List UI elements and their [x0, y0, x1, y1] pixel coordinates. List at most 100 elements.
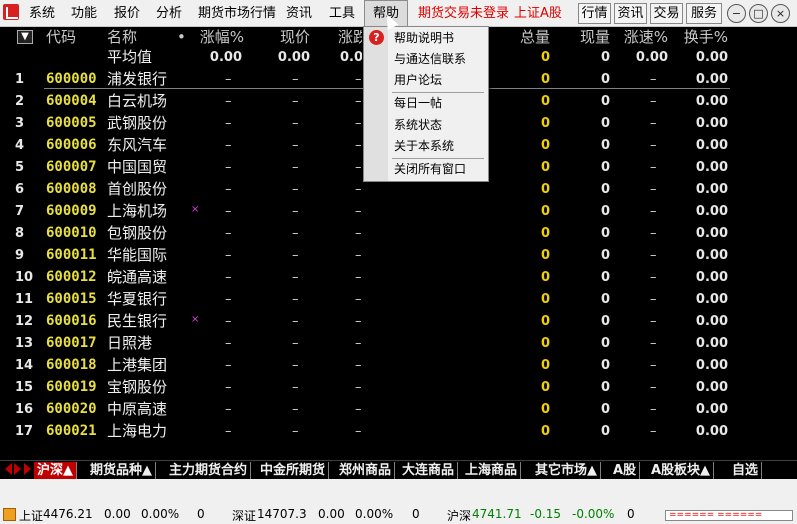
row-total-volume: 0 — [540, 94, 550, 109]
tab-8[interactable]: A股 — [610, 462, 641, 479]
row-code[interactable]: 600004 — [46, 91, 97, 112]
row-code[interactable]: 600011 — [46, 245, 97, 266]
tab-scroll-right-icon[interactable] — [14, 463, 21, 475]
row-change-pct: – — [225, 94, 232, 109]
tab-9[interactable]: A股板块▲ — [648, 462, 715, 479]
row-name[interactable]: 皖通高速 — [107, 267, 167, 288]
row-code[interactable]: 600006 — [46, 135, 97, 156]
row-total-volume: 0 — [540, 424, 550, 439]
menu-item-close-all-windows[interactable]: 关闭所有窗口 — [394, 159, 466, 179]
menu-item-system-status[interactable]: 系统状态 — [394, 115, 442, 135]
row-name[interactable]: 包钢股份 — [107, 223, 167, 244]
tab-3[interactable]: 中金所期货 — [257, 462, 330, 479]
menu-item-daily-tip[interactable]: 每日一帖 — [394, 93, 442, 113]
row-code[interactable]: 600018 — [46, 355, 97, 376]
row-code[interactable]: 600008 — [46, 179, 97, 200]
tab-5[interactable]: 大连商品 — [399, 462, 459, 479]
header-speed[interactable]: 涨速% — [616, 27, 668, 48]
tab-scroll-left-icon[interactable] — [5, 463, 12, 475]
row-name[interactable]: 中原高速 — [107, 399, 167, 420]
row-code[interactable]: 600007 — [46, 157, 97, 178]
tab-scroll-end-icon[interactable] — [24, 463, 31, 475]
futures-login-status[interactable]: 期货交易未登录 — [418, 0, 509, 27]
row-current-volume: 0 — [600, 116, 610, 131]
row-current-volume: 0 — [600, 402, 610, 417]
row-number: 2 — [15, 94, 25, 109]
minimize-button[interactable]: − — [727, 4, 746, 23]
row-name[interactable]: 上港集团 — [107, 355, 167, 376]
row-speed: – — [650, 336, 657, 351]
tab-6[interactable]: 上海商品 — [462, 462, 522, 479]
row-name[interactable]: 白云机场 — [107, 91, 167, 112]
menu-3[interactable]: 分析 — [156, 0, 182, 27]
header-change[interactable]: 涨跌 — [338, 27, 362, 48]
row-code[interactable]: 600015 — [46, 289, 97, 310]
row-name[interactable]: 中国国贸 — [107, 157, 167, 178]
row-number: 5 — [15, 160, 25, 175]
menu-5[interactable]: 资讯 — [286, 0, 312, 27]
row-name[interactable]: 浦发银行 — [107, 69, 167, 90]
row-code[interactable]: 600010 — [46, 223, 97, 244]
row-speed: – — [650, 248, 657, 263]
row-turnover: 0.00 — [695, 314, 728, 329]
sz-value: 14707.3 — [257, 507, 307, 521]
tab-7[interactable]: 其它市场▲ — [532, 462, 601, 479]
quotes-button[interactable]: 行情 — [578, 3, 611, 24]
menu-item-forum[interactable]: 用户论坛 — [394, 70, 442, 90]
menu-6[interactable]: 工具 — [329, 0, 355, 27]
news-button[interactable]: 资讯 — [614, 3, 647, 24]
menu-1[interactable]: 功能 — [71, 0, 97, 27]
maximize-button[interactable]: □ — [749, 4, 768, 23]
app-logo-icon[interactable] — [3, 4, 19, 20]
sz-change: 0.00 — [318, 507, 345, 521]
header-code[interactable]: 代码 — [46, 27, 76, 48]
row-name[interactable]: 日照港 — [107, 333, 152, 354]
index-selector[interactable]: 上证A股 — [514, 0, 562, 27]
row-price: – — [292, 94, 299, 109]
header-total-volume[interactable]: 总量 — [500, 27, 550, 48]
menu-item-about[interactable]: 关于本系统 — [394, 136, 454, 156]
menu-0[interactable]: 系统 — [29, 0, 55, 27]
row-name[interactable]: 武钢股份 — [107, 113, 167, 134]
row-name[interactable]: 上海机场 — [107, 201, 167, 222]
trade-button[interactable]: 交易 — [650, 3, 683, 24]
menu-item-help-manual[interactable]: 帮助说明书 — [394, 28, 454, 48]
menu-4[interactable]: 期货市场行情 — [198, 0, 276, 27]
row-code[interactable]: 600005 — [46, 113, 97, 134]
header-current-volume[interactable]: 现量 — [560, 27, 610, 48]
menu-item-contact[interactable]: 与通达信联系 — [394, 49, 466, 69]
row-code[interactable]: 600017 — [46, 333, 97, 354]
header-price[interactable]: 现价 — [258, 27, 310, 48]
header-turnover[interactable]: 换手% — [676, 27, 728, 48]
menu-2[interactable]: 报价 — [114, 0, 140, 27]
row-code[interactable]: 600016 — [46, 311, 97, 332]
row-name[interactable]: 宝钢股份 — [107, 377, 167, 398]
row-code[interactable]: 600012 — [46, 267, 97, 288]
header-name[interactable]: 名称 — [107, 27, 137, 48]
row-turnover: 0.00 — [695, 94, 728, 109]
row-code[interactable]: 600019 — [46, 377, 97, 398]
row-code[interactable]: 600000 — [46, 69, 97, 90]
header-change-pct[interactable]: 涨幅% — [190, 27, 244, 48]
row-name[interactable]: 华夏银行 — [107, 289, 167, 310]
row-name[interactable]: 上海电力 — [107, 421, 167, 442]
close-button[interactable]: × — [771, 4, 790, 23]
row-code[interactable]: 600020 — [46, 399, 97, 420]
row-number: 1 — [15, 72, 25, 87]
service-button[interactable]: 服务 — [686, 3, 722, 24]
row-turnover: 0.00 — [695, 292, 728, 307]
row-name[interactable]: 首创股份 — [107, 179, 167, 200]
tab-0[interactable]: 沪深▲ — [34, 462, 77, 479]
row-code[interactable]: 600021 — [46, 421, 97, 442]
row-price: – — [292, 380, 299, 395]
row-name[interactable]: 东风汽车 — [107, 135, 167, 156]
row-name[interactable]: 民生银行 — [107, 311, 167, 332]
row-name[interactable]: 华能国际 — [107, 245, 167, 266]
tab-10[interactable]: 自选 — [729, 462, 763, 479]
tab-2[interactable]: 主力期货合约 — [166, 462, 252, 479]
tab-4[interactable]: 郑州商品 — [336, 462, 396, 479]
tab-1[interactable]: 期货品种▲ — [87, 462, 156, 479]
row-change: – — [355, 94, 362, 109]
row-code[interactable]: 600009 — [46, 201, 97, 222]
sort-toggle-icon[interactable]: ▼ — [17, 30, 33, 44]
